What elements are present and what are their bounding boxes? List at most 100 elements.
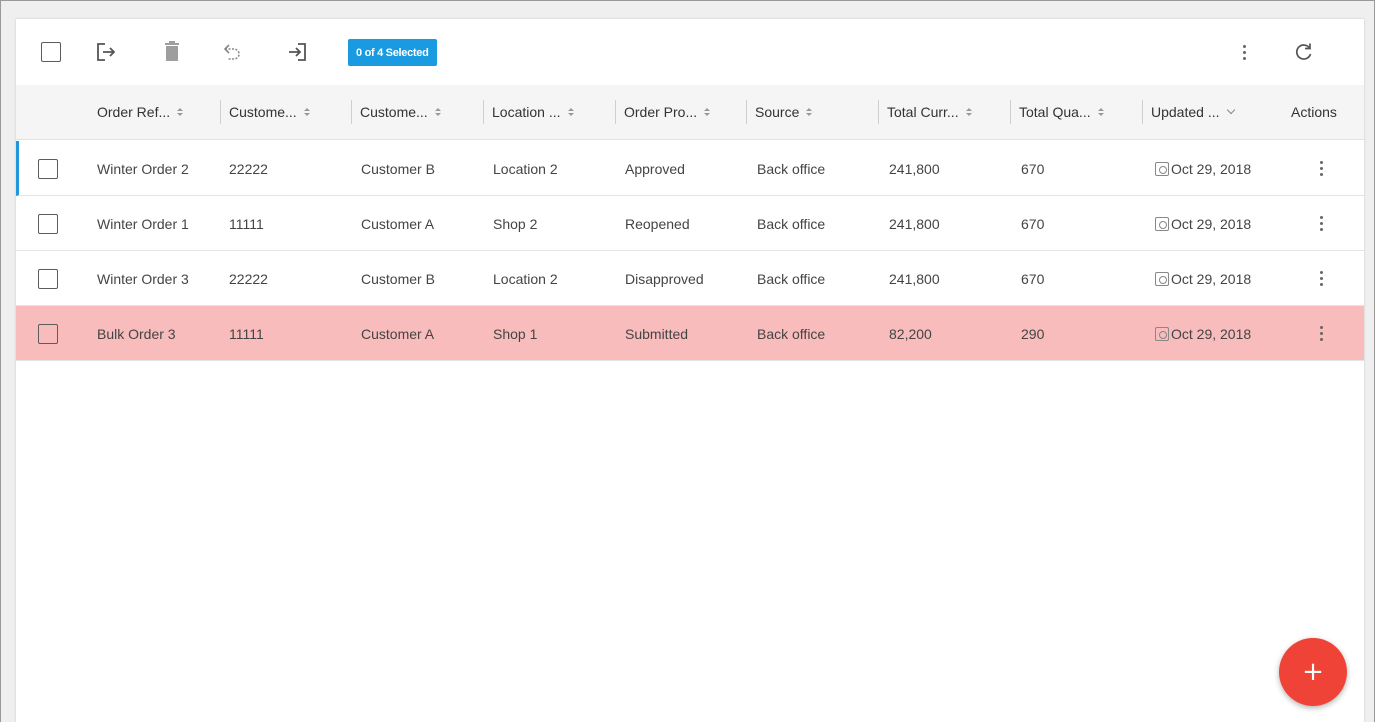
more-vert-icon (1311, 157, 1331, 181)
cell-source: Back office (757, 270, 826, 287)
import-icon-glyph (289, 43, 306, 61)
grid-toolbar: 0 of 4 Selected (16, 19, 1364, 85)
row-select-checkbox[interactable] (38, 251, 58, 306)
cell-updated: Oct 29, 2018 (1155, 141, 1251, 196)
cell-updated-text: Oct 29, 2018 (1171, 160, 1252, 177)
table-row[interactable]: Winter Order 1 11111 Customer A Shop 2 R… (16, 196, 1364, 251)
cell-order-ref: Winter Order 1 (97, 215, 189, 232)
refresh-icon[interactable] (1291, 39, 1317, 65)
cell-customer-name: Customer B (361, 270, 435, 287)
column-header-label: Location ... (492, 104, 561, 120)
chevron-down-icon (1226, 105, 1235, 115)
cell-customer-name: Customer B (361, 160, 435, 177)
sort-icon (965, 105, 973, 119)
sort-icon (703, 105, 711, 119)
column-header-label: Source (755, 104, 800, 120)
column-header-label: Custome... (229, 104, 297, 120)
row-select-checkbox[interactable] (38, 196, 58, 251)
cell-location: Shop 2 (493, 215, 538, 232)
refresh-icon-glyph (1295, 43, 1312, 60)
column-header-total-currency[interactable]: Total Curr... (878, 100, 973, 124)
cell-location: Location 2 (493, 270, 558, 287)
cell-customer-id: 22222 (229, 270, 268, 287)
checkbox-box (38, 323, 58, 344)
cell-order-process: Disapproved (625, 270, 704, 287)
column-header-location[interactable]: Location ... (483, 100, 575, 124)
column-header-total-quantity[interactable]: Total Qua... (1010, 100, 1105, 124)
cell-customer-name: Customer A (361, 325, 435, 342)
cell-updated-text: Oct 29, 2018 (1171, 325, 1252, 342)
cell-updated: Oct 29, 2018 (1155, 306, 1251, 361)
cell-order-process: Approved (625, 160, 685, 177)
cell-total-quantity: 670 (1021, 215, 1045, 232)
column-header-label: Total Curr... (887, 104, 959, 120)
delete-icon[interactable] (159, 39, 185, 65)
table-header: Order Ref... Custome... Custome... Locat… (16, 85, 1364, 140)
checkbox-box (41, 42, 61, 62)
cell-updated-text: Oct 29, 2018 (1171, 215, 1252, 232)
cell-location: Shop 1 (493, 325, 538, 342)
cell-source: Back office (757, 325, 826, 342)
cell-order-ref: Bulk Order 3 (97, 325, 176, 342)
checkbox-box (38, 158, 58, 179)
table-row[interactable]: Winter Order 3 22222 Customer B Location… (16, 251, 1364, 306)
more-vert-icon (1311, 267, 1331, 291)
cell-updated-text: Oct 29, 2018 (1171, 270, 1252, 287)
cell-order-ref: Winter Order 2 (97, 160, 189, 177)
row-actions-button[interactable] (1311, 141, 1331, 196)
column-header-customer-id[interactable]: Custome... (220, 100, 311, 124)
sort-icon (176, 105, 184, 119)
column-header-actions: Actions (1291, 100, 1337, 124)
cell-total-quantity: 290 (1021, 325, 1045, 342)
column-header-customer-name[interactable]: Custome... (351, 100, 442, 124)
export-icon-glyph (97, 43, 116, 61)
sort-icon (567, 105, 575, 119)
undo-icon[interactable] (220, 39, 246, 65)
row-actions-button[interactable] (1311, 251, 1331, 306)
cell-total-quantity: 670 (1021, 160, 1045, 177)
column-header-label: Updated ... (1151, 104, 1220, 120)
more-vert-icon (1311, 322, 1331, 346)
column-header-label: Order Pro... (624, 104, 698, 120)
cell-customer-id: 22222 (229, 160, 268, 177)
select-all-checkbox[interactable] (38, 39, 64, 65)
row-actions-button[interactable] (1311, 306, 1331, 361)
cell-updated: Oct 29, 2018 (1155, 251, 1251, 306)
undo-icon-glyph (223, 44, 240, 60)
row-actions-button[interactable] (1311, 196, 1331, 251)
sort-icon (434, 105, 442, 119)
cell-total-currency: 241,800 (889, 270, 940, 287)
column-header-label: Order Ref... (97, 104, 171, 120)
more-vert-icon[interactable] (1231, 39, 1257, 65)
column-header-label: Actions (1291, 104, 1337, 120)
table-row[interactable]: Winter Order 2 22222 Customer B Location… (16, 141, 1364, 196)
cell-order-ref: Winter Order 3 (97, 270, 189, 287)
column-header-label: Total Qua... (1019, 104, 1091, 120)
cell-updated: Oct 29, 2018 (1155, 196, 1251, 251)
column-header-label: Custome... (360, 104, 428, 120)
selection-count-badge: 0 of 4 Selected (348, 39, 437, 66)
cell-order-process: Submitted (625, 325, 689, 342)
table-row[interactable]: Bulk Order 3 11111 Customer A Shop 1 Sub… (16, 306, 1364, 361)
row-select-checkbox[interactable] (38, 141, 58, 196)
cell-customer-name: Customer A (361, 215, 435, 232)
cell-customer-id: 11111 (229, 325, 264, 342)
import-icon[interactable] (284, 39, 310, 65)
calendar-clock-icon (1155, 271, 1169, 286)
cell-customer-id: 11111 (229, 215, 264, 232)
column-header-source[interactable]: Source (746, 100, 813, 124)
cell-total-currency: 82,200 (889, 325, 932, 342)
cell-total-currency: 241,800 (889, 215, 940, 232)
checkbox-box (38, 213, 58, 234)
kebab-dots (1234, 40, 1254, 64)
orders-grid-card: 0 of 4 Selected Order Ref... Custome... … (16, 19, 1364, 722)
column-header-order-process[interactable]: Order Pro... (615, 100, 711, 124)
export-icon[interactable] (94, 39, 120, 65)
more-vert-icon (1311, 212, 1331, 236)
column-header-order-ref[interactable]: Order Ref... (97, 100, 184, 124)
column-header-updated[interactable]: Updated ... (1142, 100, 1235, 124)
add-order-fab[interactable]: + (1279, 638, 1347, 706)
sort-icon (805, 105, 813, 119)
window-frame: 0 of 4 Selected Order Ref... Custome... … (0, 0, 1375, 722)
row-select-checkbox[interactable] (38, 306, 58, 361)
